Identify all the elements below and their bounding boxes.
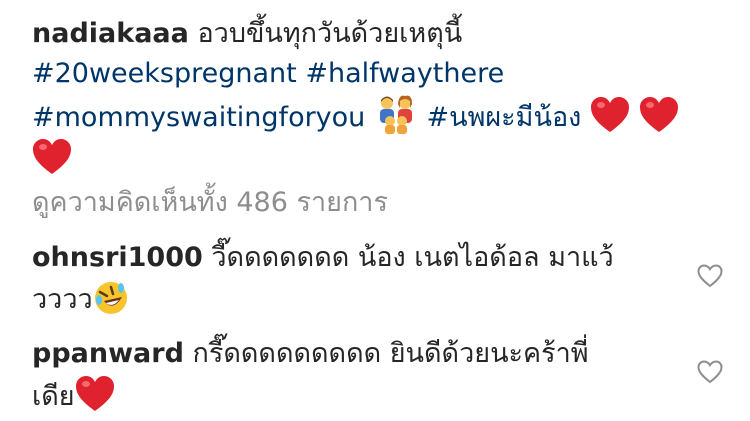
like-comment-heart-icon[interactable] <box>697 360 723 384</box>
hashtag-halfwaythere[interactable]: #halfwaythere <box>305 58 504 89</box>
like-comment-heart-icon[interactable] <box>697 264 723 288</box>
comment-text-continued: วววว <box>32 284 93 315</box>
comment-text-continued: เดีย <box>32 381 75 412</box>
hashtag-20weekspregnant[interactable]: #20weekspregnant <box>32 58 297 89</box>
red-heart-icon <box>33 139 71 174</box>
comment-username[interactable]: ohnsri1000 <box>32 242 203 273</box>
red-heart-icon <box>639 97 678 132</box>
family-emoji-icon <box>379 95 412 134</box>
post-caption: nadiakaaa อวบขึ้นทุกวันด้วยเหตุนี้ #20we… <box>32 14 722 180</box>
view-all-comments-link[interactable]: ดูความคิดเห็นทั้ง 486 รายการ <box>32 183 388 223</box>
comment: ppanward กรี๊ดดดดดดดดด ยินดีด้วยนะคร้าพี… <box>32 333 672 418</box>
post-username[interactable]: nadiakaaa <box>32 18 189 49</box>
comment-text: วี๊ดดดดดดด น้อง เนตไอด้อล มาแว้ <box>211 242 614 273</box>
comment-username[interactable]: ppanward <box>32 338 184 369</box>
hashtag-thai[interactable]: #นพผะมีน้อง <box>426 102 581 133</box>
hashtag-mommyswaitingforyou[interactable]: #mommyswaitingforyou <box>32 102 365 133</box>
comment-text: กรี๊ดดดดดดดดด ยินดีด้วยนะคร้าพี่ <box>192 338 589 369</box>
caption-text: อวบขึ้นทุกวันด้วยเหตุนี้ <box>197 18 463 49</box>
rolling-laughing-emoji-icon <box>94 282 127 314</box>
comment: ohnsri1000 วี๊ดดดดดดด น้อง เนตไอด้อล มาแ… <box>32 237 672 321</box>
red-heart-icon <box>590 97 629 132</box>
red-heart-icon <box>75 376 114 411</box>
